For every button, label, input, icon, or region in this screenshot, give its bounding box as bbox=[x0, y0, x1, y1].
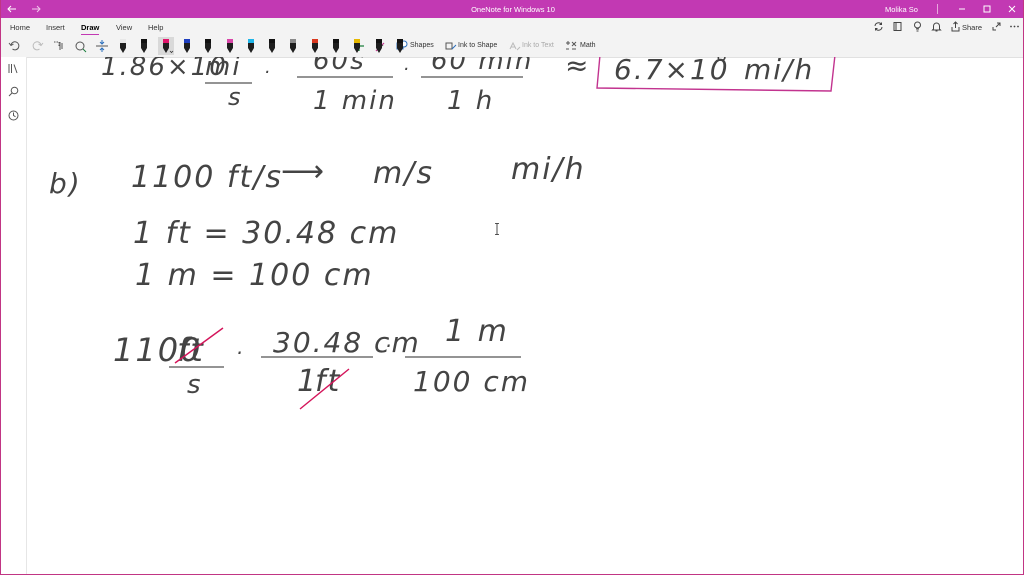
search-icon[interactable] bbox=[7, 85, 20, 98]
redo-icon[interactable] bbox=[29, 37, 45, 55]
math-button[interactable]: Math bbox=[580, 42, 596, 49]
navigation-sidebar bbox=[1, 57, 27, 574]
pen-6-icon[interactable] bbox=[222, 37, 238, 55]
ink-target-mih: mi/h bbox=[511, 152, 586, 187]
ink-to-shape-button[interactable]: Ink to Shape bbox=[458, 42, 497, 49]
share-button[interactable]: Share bbox=[962, 23, 982, 32]
ink-to-text-icon[interactable] bbox=[507, 37, 523, 55]
ink-layer: 1.86×10 mi s · 60s 1 min · 60 min 1 h ≈ … bbox=[49, 57, 836, 410]
ink-calc-den3: 100 cm bbox=[413, 365, 530, 398]
ink-line1-frac3-den: 1 h bbox=[447, 86, 494, 116]
title-separator bbox=[937, 4, 938, 14]
ink-calc-num1-unit: ft bbox=[177, 331, 205, 369]
pen-10-icon[interactable] bbox=[307, 37, 323, 55]
pen-7-icon[interactable] bbox=[243, 37, 259, 55]
ink-line1-frac2-den: 1 min bbox=[313, 86, 397, 116]
more-options-icon[interactable] bbox=[1008, 20, 1021, 33]
sync-icon[interactable] bbox=[872, 20, 885, 33]
ink-target-ms: m/s bbox=[373, 156, 434, 191]
share-icon[interactable] bbox=[949, 20, 962, 33]
pen-14-icon[interactable] bbox=[392, 37, 408, 55]
tab-insert[interactable]: Insert bbox=[46, 23, 65, 32]
pen-4-icon[interactable] bbox=[179, 37, 195, 55]
user-name[interactable]: Molika So bbox=[885, 5, 918, 14]
ink-calc-den1: s bbox=[187, 370, 203, 400]
shapes-button[interactable]: Shapes bbox=[410, 42, 434, 49]
insert-space-icon[interactable] bbox=[94, 37, 110, 55]
maximize-icon[interactable] bbox=[980, 2, 994, 16]
ink-dot: · bbox=[403, 59, 411, 80]
math-icon[interactable] bbox=[563, 37, 579, 55]
ink-dot: · bbox=[264, 62, 272, 83]
text-cursor-icon bbox=[495, 223, 499, 235]
ink-conversion-ft-cm: 1 ft = 30.48 cm bbox=[133, 216, 399, 251]
ink-conversion-m-cm: 1 m = 100 cm bbox=[135, 258, 374, 293]
ink-part-b-label: b) bbox=[49, 167, 82, 200]
ink-to-shape-icon[interactable] bbox=[443, 37, 459, 55]
onenote-window: OneNote for Windows 10 Molika So Home In… bbox=[0, 0, 1024, 575]
lasso-select-icon[interactable] bbox=[51, 37, 67, 55]
ink-calc-num3: 1 m bbox=[445, 314, 509, 349]
notebook-icon[interactable] bbox=[891, 20, 904, 33]
ink-line1-frac1-num: mi bbox=[205, 57, 242, 82]
eraser-icon[interactable] bbox=[73, 37, 89, 55]
ink-line1-frac1-den: s bbox=[228, 83, 243, 111]
bell-icon[interactable] bbox=[930, 20, 943, 33]
ink-given-speed: 1100 ft/s bbox=[131, 160, 283, 195]
ink-dot: · bbox=[236, 341, 244, 365]
pen-12-icon[interactable] bbox=[349, 37, 365, 55]
close-icon[interactable] bbox=[1005, 2, 1019, 16]
draw-toolbar: Shapes Ink to Shape Ink to Text Math bbox=[1, 35, 1023, 58]
lightbulb-icon[interactable] bbox=[911, 20, 924, 33]
ink-line1-result-exp: 8 bbox=[717, 57, 729, 65]
note-canvas[interactable]: 1.86×10 mi s · 60s 1 min · 60 min 1 h ≈ … bbox=[27, 57, 1023, 574]
recent-notes-icon[interactable] bbox=[7, 109, 20, 122]
tab-home[interactable]: Home bbox=[10, 23, 30, 32]
minimize-icon[interactable] bbox=[955, 2, 969, 16]
pen-2-icon[interactable] bbox=[136, 37, 152, 55]
ink-arrow: ⟶ bbox=[281, 154, 326, 189]
title-bar: OneNote for Windows 10 Molika So bbox=[1, 0, 1023, 18]
ink-line1-result: 6.7×10 bbox=[614, 57, 730, 86]
pen-1-icon[interactable] bbox=[115, 37, 131, 55]
ink-to-text-button[interactable]: Ink to Text bbox=[522, 42, 554, 49]
pen-11-icon[interactable] bbox=[328, 37, 344, 55]
ink-line1-frac3-num: 60 min bbox=[431, 57, 533, 76]
pen-9-icon[interactable] bbox=[285, 37, 301, 55]
fullscreen-icon[interactable] bbox=[990, 20, 1003, 33]
pen-8-icon[interactable] bbox=[264, 37, 280, 55]
notebooks-icon[interactable] bbox=[7, 62, 20, 75]
tab-help[interactable]: Help bbox=[148, 23, 163, 32]
ink-line1-result-unit: mi/h bbox=[744, 57, 814, 86]
pen-3-icon[interactable] bbox=[157, 37, 174, 55]
undo-icon[interactable] bbox=[7, 37, 23, 55]
ink-approx-sign: ≈ bbox=[565, 57, 590, 82]
ink-calc-num2: 30.48 cm bbox=[273, 326, 421, 359]
tab-draw[interactable]: Draw bbox=[81, 23, 100, 36]
pen-13-icon[interactable] bbox=[371, 37, 387, 55]
ribbon-tabs: Home Insert Draw View Help Share bbox=[1, 18, 1023, 36]
ink-line1-frac2-num: 60s bbox=[313, 57, 366, 76]
pen-5-icon[interactable] bbox=[200, 37, 216, 55]
window-title: OneNote for Windows 10 bbox=[471, 5, 555, 14]
ink-dot: · bbox=[385, 334, 393, 358]
tab-view[interactable]: View bbox=[116, 23, 132, 32]
